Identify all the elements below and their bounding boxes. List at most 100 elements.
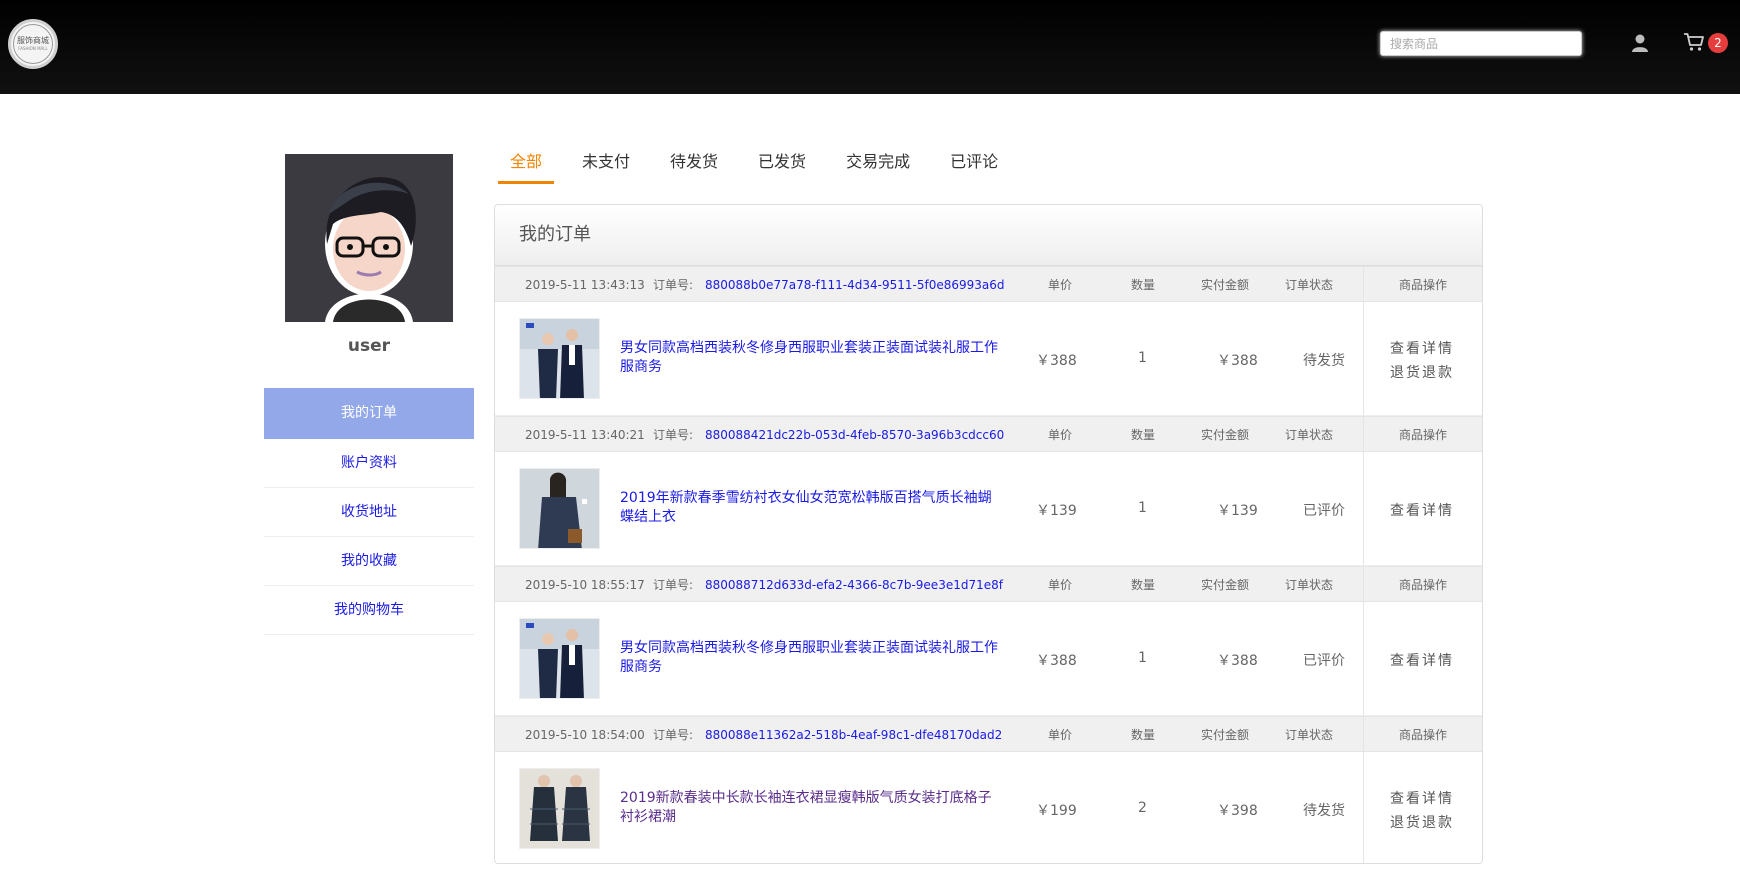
col-status: 订单状态 [1285, 278, 1334, 292]
username: user [347, 336, 391, 356]
menu-item-my-orders[interactable]: 我的订单 [264, 388, 474, 439]
menu-item-account-info[interactable]: 账户资料 [264, 439, 474, 488]
top-header: 服饰商城 FASHION MALL 2 [0, 0, 1740, 94]
tab-shipped[interactable]: 已发货 [746, 138, 818, 184]
unit-price: ￥388 [1036, 653, 1077, 669]
col-unit-price: 单价 [1048, 728, 1073, 742]
col-operations: 商品操作 [1399, 428, 1448, 442]
search-input[interactable] [1380, 31, 1582, 56]
quantity: 1 [1138, 350, 1147, 366]
order-status: 待发货 [1303, 803, 1345, 819]
col-operations: 商品操作 [1399, 278, 1448, 292]
shopping-cart-icon[interactable] [1683, 32, 1705, 52]
order-status: 待发货 [1303, 353, 1345, 369]
order-header: 2019-5-10 18:55:17 订单号: 880088712d633d-e… [495, 566, 1482, 602]
col-operations: 商品操作 [1399, 578, 1448, 592]
order-header: 2019-5-11 13:40:21 订单号: 880088421dc22b-0… [495, 416, 1482, 452]
col-paid-amount: 实付金额 [1201, 278, 1250, 292]
quantity: 2 [1138, 800, 1147, 816]
quantity: 1 [1138, 500, 1147, 516]
paid-amount: ￥388 [1217, 353, 1258, 369]
unit-price: ￥199 [1036, 803, 1077, 819]
column-divider [1363, 602, 1364, 715]
order-time: 2019-5-11 13:40:21 [525, 428, 645, 442]
product-name-link[interactable]: 2019新款春装中长款长袖连衣裙显瘦韩版气质女装打底格子衬衫裙潮 [620, 789, 1000, 827]
logo-text: 服饰商城 [17, 36, 49, 45]
column-divider [1363, 417, 1364, 451]
order-status: 已评价 [1303, 653, 1345, 669]
order-number[interactable]: 880088b0e77a78-f111-4d34-9511-5f0e86993a… [705, 267, 1005, 303]
col-status: 订单状态 [1285, 578, 1334, 592]
orders-panel: 我的订单 2019-5-11 13:43:13 订单号: 880088b0e77… [494, 204, 1483, 864]
paid-amount: ￥388 [1217, 653, 1258, 669]
product-name-link[interactable]: 2019年新款春季雪纺衬衣女仙女范宽松韩版百搭气质长袖蝴蝶结上衣 [620, 489, 1000, 527]
tab-unpaid[interactable]: 未支付 [570, 138, 642, 184]
order-row: 2019年新款春季雪纺衬衣女仙女范宽松韩版百搭气质长袖蝴蝶结上衣 ￥139 1 … [495, 452, 1482, 566]
order-status: 已评价 [1303, 503, 1345, 519]
avatar-illustration [285, 154, 453, 322]
tab-reviewed[interactable]: 已评论 [938, 138, 1010, 184]
col-quantity: 数量 [1131, 728, 1156, 742]
col-status: 订单状态 [1285, 728, 1334, 742]
order-no-label: 订单号: [653, 728, 694, 742]
product-thumbnail[interactable] [519, 468, 600, 549]
col-status: 订单状态 [1285, 428, 1334, 442]
order-no-label: 订单号: [653, 278, 694, 292]
col-quantity: 数量 [1131, 428, 1156, 442]
menu-item-favorites[interactable]: 我的收藏 [264, 537, 474, 586]
tab-completed[interactable]: 交易完成 [834, 138, 922, 184]
order-row: 男女同款高档西装秋冬修身西服职业套装正装面试装礼服工作服商务 ￥388 1 ￥3… [495, 602, 1482, 716]
suit-couple-image [520, 319, 599, 398]
order-row: 2019新款春装中长款长袖连衣裙显瘦韩版气质女装打底格子衬衫裙潮 ￥199 2 … [495, 752, 1482, 863]
menu-item-shopping-cart[interactable]: 我的购物车 [264, 586, 474, 635]
order-number[interactable]: 880088712d633d-efa2-4366-8c7b-9ee3e1d71e… [705, 567, 1003, 603]
column-divider [1363, 752, 1364, 863]
tab-all[interactable]: 全部 [498, 138, 555, 184]
col-paid-amount: 实付金额 [1201, 428, 1250, 442]
column-divider [1363, 267, 1364, 301]
view-details-link[interactable]: 查看详情 [1390, 788, 1454, 808]
order-header: 2019-5-11 13:43:13 订单号: 880088b0e77a78-f… [495, 266, 1482, 302]
unit-price: ￥139 [1036, 503, 1077, 519]
site-logo[interactable]: 服饰商城 FASHION MALL [8, 19, 58, 69]
col-operations: 商品操作 [1399, 728, 1448, 742]
product-name-link[interactable]: 男女同款高档西装秋冬修身西服职业套装正装面试装礼服工作服商务 [620, 639, 1000, 677]
plaid-dress-image [520, 769, 599, 848]
col-unit-price: 单价 [1048, 578, 1073, 592]
menu-item-shipping-address[interactable]: 收货地址 [264, 488, 474, 537]
column-divider [1363, 302, 1364, 415]
view-details-link[interactable]: 查看详情 [1390, 338, 1454, 358]
chiffon-blouse-image [520, 469, 599, 548]
suit-couple-image [520, 619, 599, 698]
column-divider [1363, 567, 1364, 601]
cart-count-badge: 2 [1708, 33, 1728, 53]
user-icon[interactable] [1630, 33, 1650, 53]
user-avatar [285, 154, 453, 322]
product-name-link[interactable]: 男女同款高档西装秋冬修身西服职业套装正装面试装礼服工作服商务 [620, 339, 1000, 377]
product-thumbnail[interactable] [519, 318, 600, 399]
return-refund-link[interactable]: 退货退款 [1390, 362, 1454, 382]
column-divider [1363, 452, 1364, 565]
col-unit-price: 单价 [1048, 428, 1073, 442]
column-divider [1363, 717, 1364, 751]
order-status-tabs: 全部 未支付 待发货 已发货 交易完成 已评论 [498, 138, 1026, 184]
view-details-link[interactable]: 查看详情 [1390, 500, 1454, 520]
order-row: 男女同款高档西装秋冬修身西服职业套装正装面试装礼服工作服商务 ￥388 1 ￥3… [495, 302, 1482, 416]
order-number[interactable]: 880088421dc22b-053d-4feb-8570-3a96b3cdcc… [705, 417, 1004, 453]
logo-subtext: FASHION MALL [18, 46, 48, 51]
tab-to-ship[interactable]: 待发货 [658, 138, 730, 184]
order-number[interactable]: 880088e11362a2-518b-4eaf-98c1-dfe48170da… [705, 717, 1002, 753]
order-time: 2019-5-11 13:43:13 [525, 278, 645, 292]
panel-title: 我的订单 [495, 205, 1482, 266]
view-details-link[interactable]: 查看详情 [1390, 650, 1454, 670]
order-no-label: 订单号: [653, 578, 694, 592]
product-thumbnail[interactable] [519, 618, 600, 699]
col-quantity: 数量 [1131, 278, 1156, 292]
order-time: 2019-5-10 18:55:17 [525, 578, 645, 592]
unit-price: ￥388 [1036, 353, 1077, 369]
paid-amount: ￥139 [1217, 503, 1258, 519]
return-refund-link[interactable]: 退货退款 [1390, 812, 1454, 832]
col-paid-amount: 实付金额 [1201, 728, 1250, 742]
account-menu: 我的订单 账户资料 收货地址 我的收藏 我的购物车 [264, 388, 474, 635]
product-thumbnail[interactable] [519, 768, 600, 849]
